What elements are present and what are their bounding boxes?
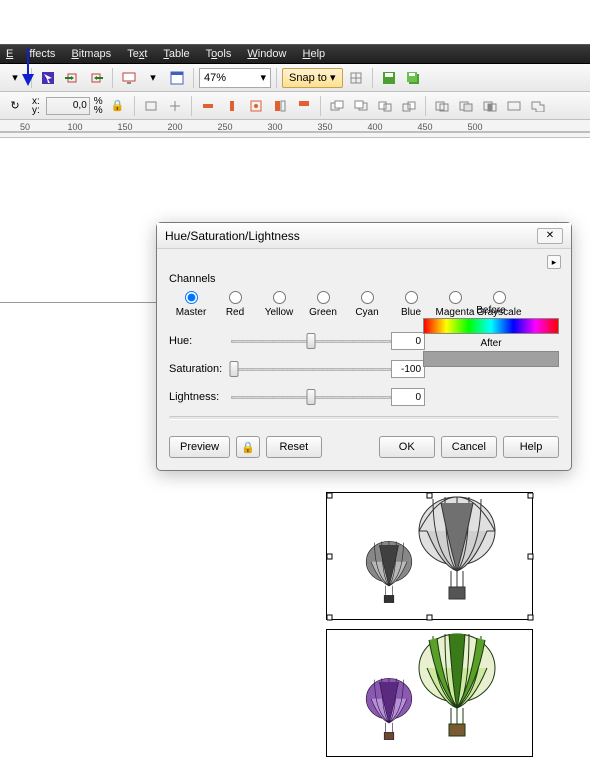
channels-label: Channels <box>169 273 559 285</box>
before-gradient <box>423 318 559 334</box>
menu-help[interactable]: Help <box>303 48 326 60</box>
dialog-titlebar[interactable]: Hue/Saturation/Lightness ✕ <box>157 223 571 249</box>
ok-button[interactable]: OK <box>379 436 435 458</box>
menu-table[interactable]: Table <box>163 48 189 60</box>
align-1-icon[interactable] <box>197 95 219 117</box>
align-4-icon[interactable] <box>269 95 291 117</box>
menu-text[interactable]: Text <box>127 48 147 60</box>
menu-bar: Effects Bitmaps Text Table Tools Window … <box>0 44 590 64</box>
after-label: After <box>423 338 559 349</box>
order-2-icon[interactable] <box>350 95 372 117</box>
lightness-label: Lightness: <box>169 391 231 403</box>
ruler-tick: 400 <box>350 122 400 132</box>
hue-slider[interactable] <box>231 333 391 349</box>
channel-green[interactable]: Green <box>301 291 345 318</box>
snap-options-icon[interactable] <box>345 67 367 89</box>
zoom-level[interactable]: 47% ▾ <box>199 68 271 88</box>
bitmap-grayscale-balloons[interactable] <box>326 492 533 620</box>
zoom-value: 47% <box>204 72 226 84</box>
screen-icon[interactable] <box>118 67 140 89</box>
app-icon[interactable] <box>166 67 188 89</box>
save-icon[interactable] <box>378 67 400 89</box>
weld-icon[interactable] <box>431 95 453 117</box>
export-icon[interactable] <box>85 67 107 89</box>
ruler-tick: 450 <box>400 122 450 132</box>
rotate0-icon[interactable]: ↻ <box>4 95 26 117</box>
toolbar-properties: ↻ x: y: 0,0 % % 🔒 <box>0 92 590 120</box>
hue-label: Hue: <box>169 335 231 347</box>
units-icon[interactable] <box>140 95 162 117</box>
align-5-icon[interactable] <box>293 95 315 117</box>
bitmap-color-balloons[interactable] <box>326 629 533 757</box>
channel-red[interactable]: Red <box>213 291 257 318</box>
align-3-icon[interactable] <box>245 95 267 117</box>
ruler-tick: 100 <box>50 122 100 132</box>
align-2-icon[interactable] <box>221 95 243 117</box>
menu-bitmaps[interactable]: Bitmaps <box>71 48 111 60</box>
lightness-slider[interactable] <box>231 389 391 405</box>
cancel-button[interactable]: Cancel <box>441 436 497 458</box>
menu-tools[interactable]: Tools <box>206 48 232 60</box>
dialog-divider <box>169 416 559 420</box>
channel-master[interactable]: Master <box>169 291 213 318</box>
front-minus-icon[interactable] <box>527 95 549 117</box>
preview-button[interactable]: Preview <box>169 436 230 458</box>
lock-preview-icon[interactable]: 🔒 <box>236 436 260 458</box>
flyout-icon[interactable]: ▸ <box>547 255 561 269</box>
order-3-icon[interactable] <box>374 95 396 117</box>
simplify-icon[interactable] <box>503 95 525 117</box>
ruler-tick: 250 <box>200 122 250 132</box>
help-button[interactable]: Help <box>503 436 559 458</box>
dropdown-icon[interactable]: ▾ <box>142 67 164 89</box>
intersect-icon[interactable] <box>479 95 501 117</box>
saturation-slider[interactable] <box>231 361 391 377</box>
after-gradient <box>423 351 559 367</box>
hue-input[interactable]: 0 <box>391 332 425 350</box>
order-1-icon[interactable] <box>326 95 348 117</box>
ruler-tick: 350 <box>300 122 350 132</box>
annotation-arrow <box>18 44 48 88</box>
saturation-input[interactable]: -100 <box>391 360 425 378</box>
snap-to-button[interactable]: Snap to ▾ <box>282 68 343 88</box>
close-icon[interactable]: ✕ <box>537 228 563 244</box>
channel-yellow[interactable]: Yellow <box>257 291 301 318</box>
toolbar-main: ▾ ▾ 47% ▾ Snap to ▾ <box>0 64 590 92</box>
preview-swatches: Before After <box>423 305 559 367</box>
hsl-dialog: Hue/Saturation/Lightness ✕ ▸ Channels Ma… <box>156 222 572 471</box>
coord-y-label: y: <box>32 106 40 115</box>
trim-icon[interactable] <box>455 95 477 117</box>
ruler-horizontal: 50 100 150 200 250 300 350 400 450 500 <box>0 120 590 138</box>
channel-cyan[interactable]: Cyan <box>345 291 389 318</box>
dialog-title: Hue/Saturation/Lightness <box>165 229 300 243</box>
saturation-label: Saturation: <box>169 363 231 375</box>
order-4-icon[interactable] <box>398 95 420 117</box>
ruler-tick: 150 <box>100 122 150 132</box>
before-label: Before <box>423 305 559 316</box>
save-all-icon[interactable] <box>402 67 424 89</box>
lightness-input[interactable]: 0 <box>391 388 425 406</box>
lock-ratio-icon[interactable]: 🔒 <box>107 95 129 117</box>
ruler-tick: 200 <box>150 122 200 132</box>
ruler-tick: 50 <box>0 122 50 132</box>
ruler-tick: 300 <box>250 122 300 132</box>
nudge-icon[interactable] <box>164 95 186 117</box>
reset-button[interactable]: Reset <box>266 436 322 458</box>
pct-label-2: % <box>94 106 103 115</box>
coord-x-input[interactable]: 0,0 <box>46 97 90 115</box>
chevron-down-icon: ▾ <box>260 71 266 84</box>
menu-window[interactable]: Window <box>247 48 286 60</box>
ruler-tick: 500 <box>450 122 500 132</box>
import-icon[interactable] <box>61 67 83 89</box>
